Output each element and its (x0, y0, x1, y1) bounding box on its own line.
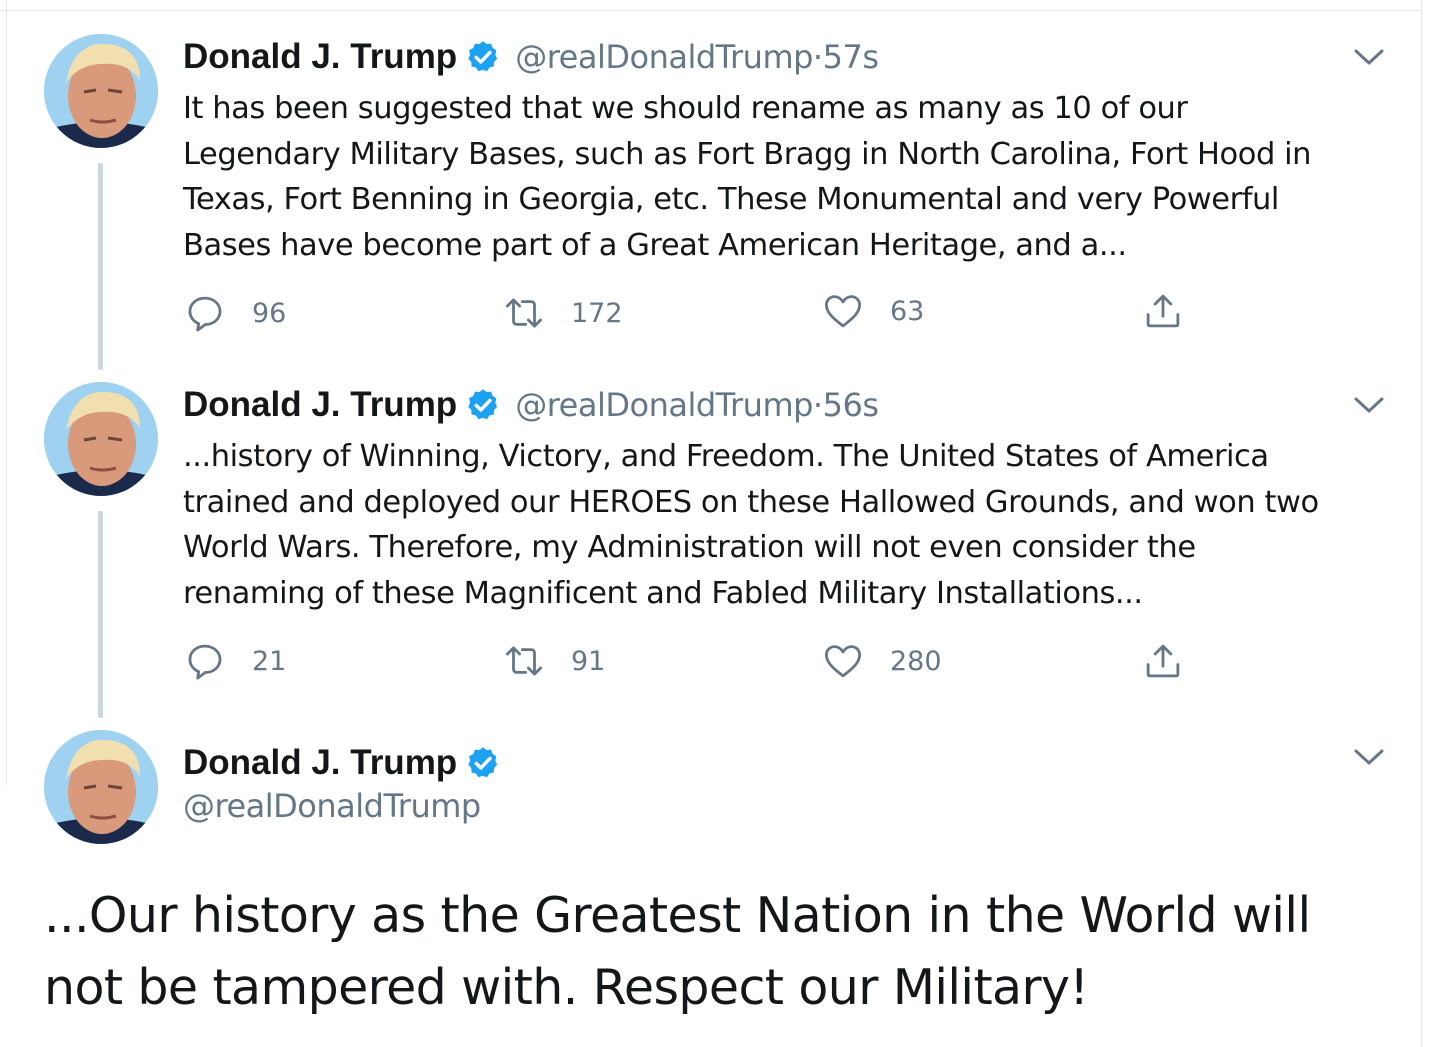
verified-badge-icon (468, 747, 498, 778)
like-count: 280 (890, 645, 942, 677)
share-icon (1146, 294, 1180, 328)
frame-left-border (6, 0, 7, 785)
avatar[interactable] (44, 730, 158, 844)
tweet-header: Donald J. Trump (183, 741, 515, 785)
separator-dot: · (812, 38, 823, 76)
retweet-button[interactable]: 172 (503, 292, 623, 334)
chevron-down-icon[interactable] (1352, 746, 1386, 768)
frame-top-border (0, 10, 1422, 11)
thread-line (98, 163, 103, 370)
display-name[interactable]: Donald J. Trump (183, 743, 457, 783)
reply-icon (188, 644, 222, 680)
display-name[interactable]: Donald J. Trump (183, 37, 457, 77)
verified-badge-icon (468, 41, 498, 72)
like-button[interactable]: 63 (822, 290, 924, 332)
tweet-text: It has been suggested that we should ren… (183, 91, 1312, 263)
verified-badge-icon (468, 389, 498, 420)
chevron-down-icon[interactable] (1352, 394, 1386, 416)
retweet-button[interactable]: 91 (503, 640, 605, 682)
share-icon (1146, 644, 1180, 678)
thread-line (98, 511, 103, 718)
like-button[interactable]: 280 (822, 640, 942, 682)
tweet-text: ...history of Winning, Victory, and Free… (183, 439, 1319, 611)
like-count: 63 (890, 295, 925, 327)
retweet-icon (505, 646, 543, 676)
retweet-count: 91 (571, 645, 606, 677)
handle[interactable]: @realDonaldTrump (515, 38, 813, 76)
like-icon (824, 295, 862, 328)
reply-count: 96 (252, 297, 287, 329)
reply-icon (188, 296, 222, 332)
share-button[interactable] (1142, 290, 1184, 332)
chevron-down-icon[interactable] (1352, 46, 1386, 68)
separator-dot: · (812, 386, 823, 424)
avatar[interactable] (44, 34, 158, 148)
like-icon (824, 645, 862, 678)
timestamp[interactable]: 57s (823, 38, 879, 76)
handle[interactable]: @realDonaldTrump (183, 787, 481, 825)
reply-button[interactable]: 21 (184, 640, 286, 682)
reply-count: 21 (252, 645, 287, 677)
retweet-icon (505, 298, 543, 328)
retweet-count: 172 (571, 297, 623, 329)
display-name[interactable]: Donald J. Trump (183, 385, 457, 425)
tweet-text: ...Our history as the Greatest Nation in… (44, 887, 1311, 1016)
handle[interactable]: @realDonaldTrump (515, 386, 813, 424)
reply-button[interactable]: 96 (184, 292, 286, 334)
timestamp[interactable]: 56s (823, 386, 879, 424)
tweet-header: Donald J. Trump @realDonaldTrump · 57s (183, 35, 879, 79)
tweet-header: Donald J. Trump @realDonaldTrump · 56s (183, 383, 879, 427)
share-button[interactable] (1142, 640, 1184, 682)
avatar[interactable] (44, 382, 158, 496)
frame-right-border (1421, 0, 1422, 1047)
